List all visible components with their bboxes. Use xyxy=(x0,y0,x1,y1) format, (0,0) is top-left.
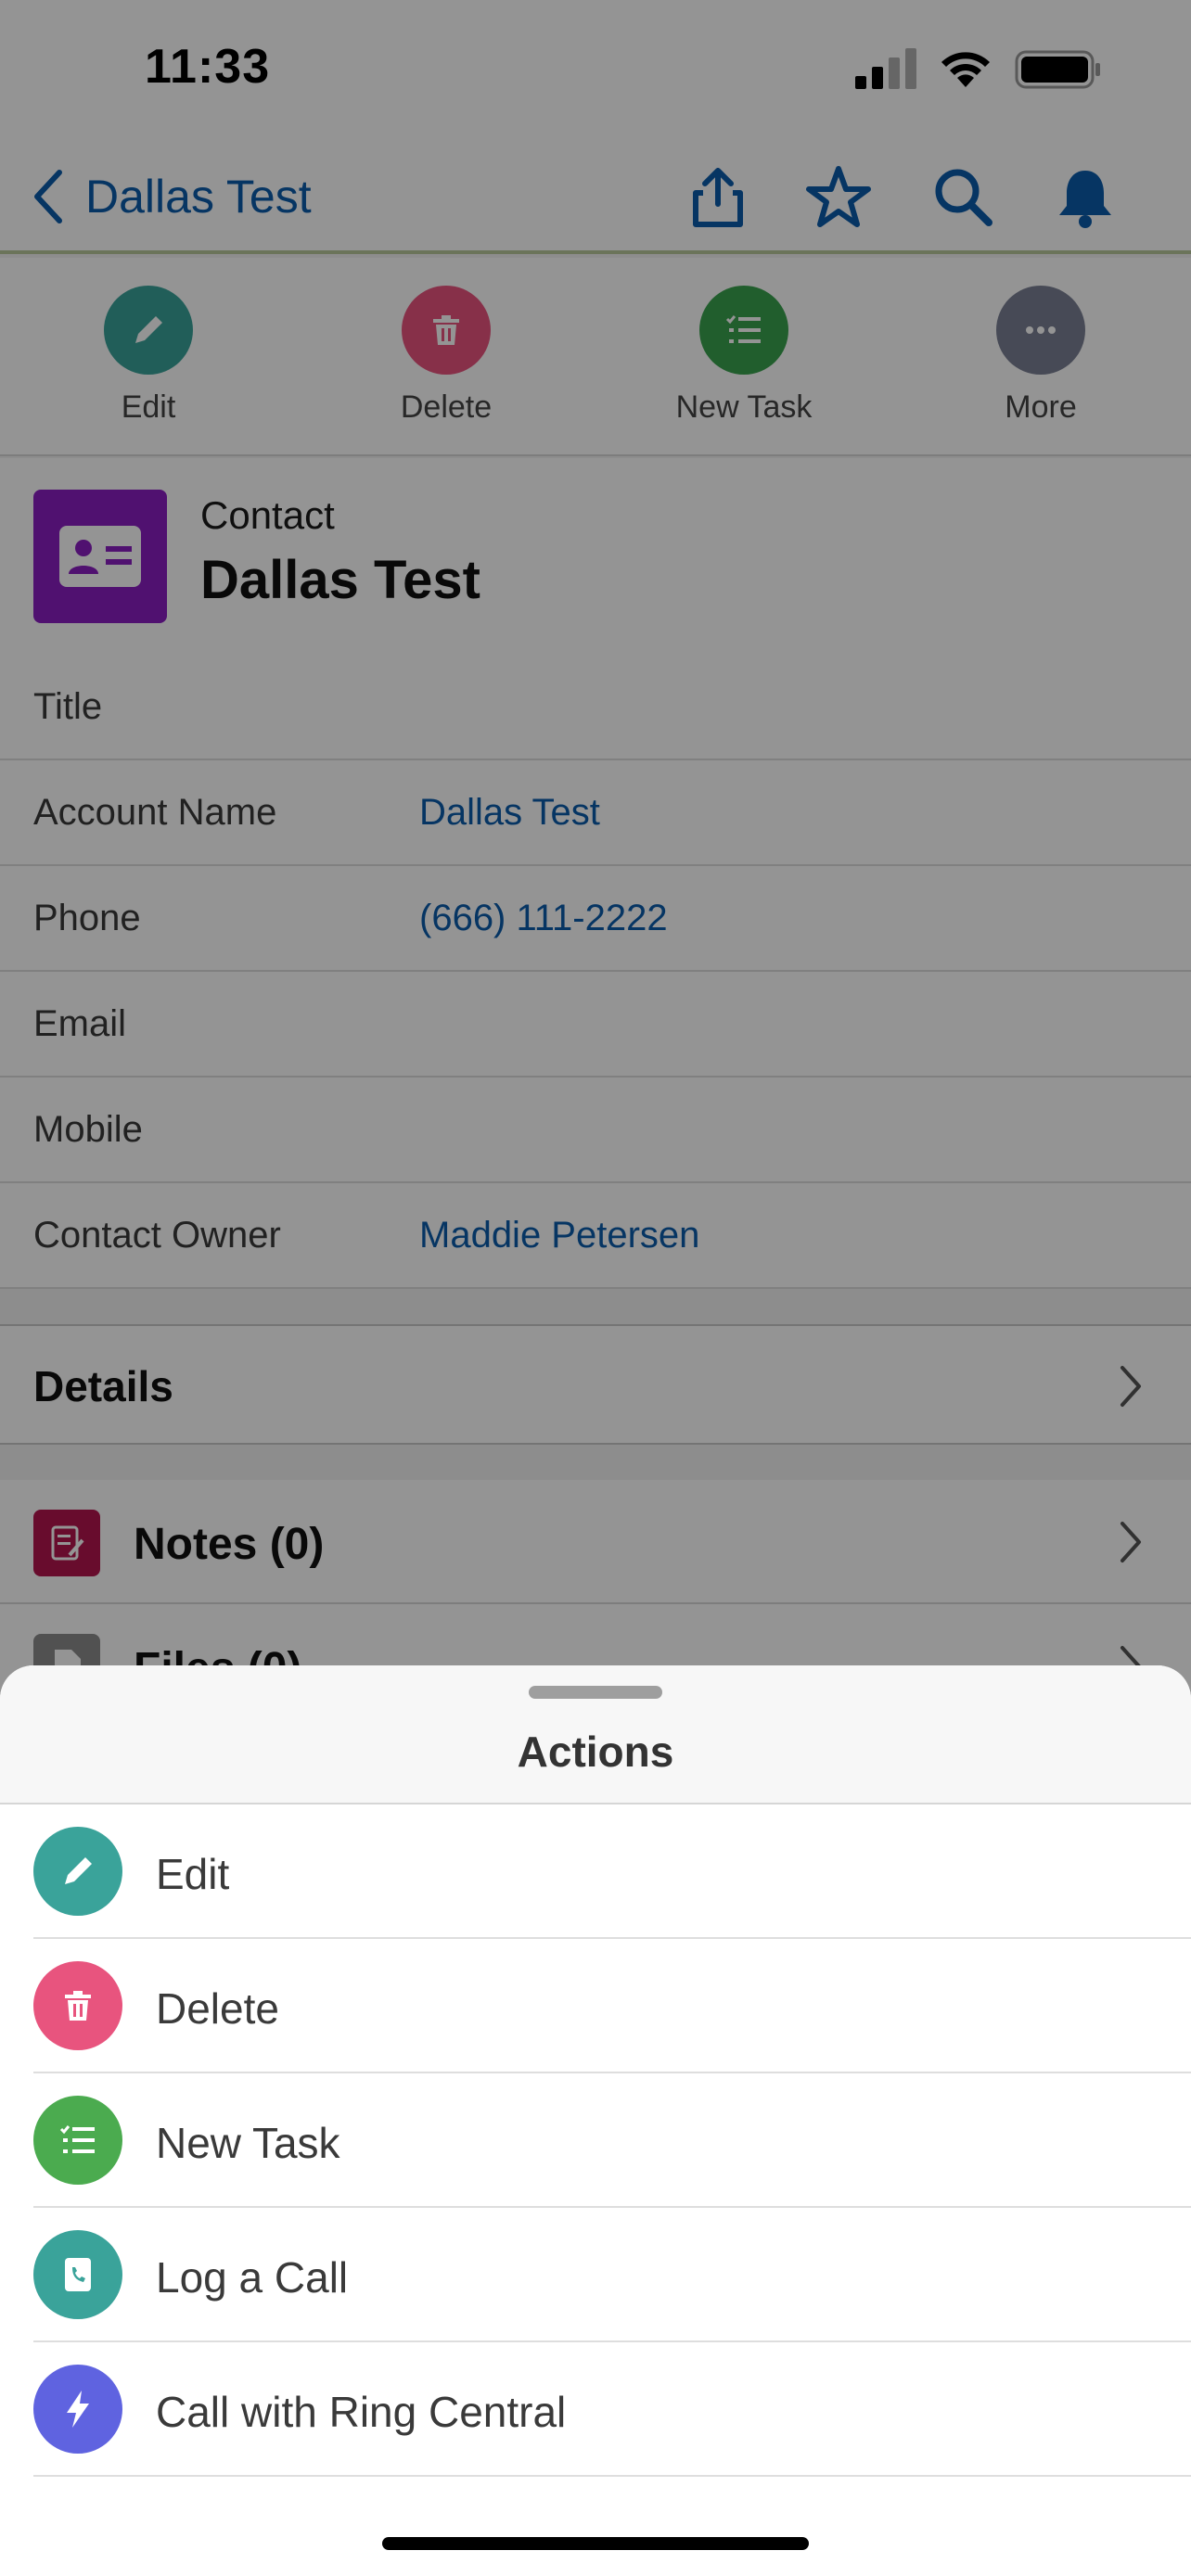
action-item-edit[interactable]: Edit xyxy=(0,1804,1191,1939)
action-label: Edit xyxy=(156,1850,230,1898)
actions-list: Edit Delete New Task Log a Call Call wit… xyxy=(0,1804,1191,2477)
action-label: Call with Ring Central xyxy=(156,2388,567,2436)
action-item-new-task[interactable]: New Task xyxy=(0,2073,1191,2208)
action-item-call-with-ring-central[interactable]: Call with Ring Central xyxy=(0,2342,1191,2477)
lightning-icon xyxy=(33,2365,122,2454)
action-label: Log a Call xyxy=(156,2253,349,2302)
actions-sheet: Actions Edit Delete New Task Log a Call … xyxy=(0,1665,1191,2576)
action-label: Delete xyxy=(156,1984,279,2033)
trash-icon xyxy=(33,1961,122,2050)
phone-log-icon xyxy=(33,2230,122,2319)
sheet-header: Actions xyxy=(0,1665,1191,1804)
sheet-grabber-handle[interactable] xyxy=(529,1686,662,1699)
action-item-log-a-call[interactable]: Log a Call xyxy=(0,2208,1191,2342)
action-label: New Task xyxy=(156,2119,340,2167)
sheet-title: Actions xyxy=(517,1728,674,1776)
home-indicator[interactable] xyxy=(382,2537,809,2550)
record-page: 11:33 Dallas Test Edit Delete New Task M… xyxy=(0,0,1191,2576)
pencil-icon xyxy=(33,1827,122,1916)
action-item-delete[interactable]: Delete xyxy=(0,1939,1191,2073)
task-list-icon xyxy=(33,2096,122,2185)
